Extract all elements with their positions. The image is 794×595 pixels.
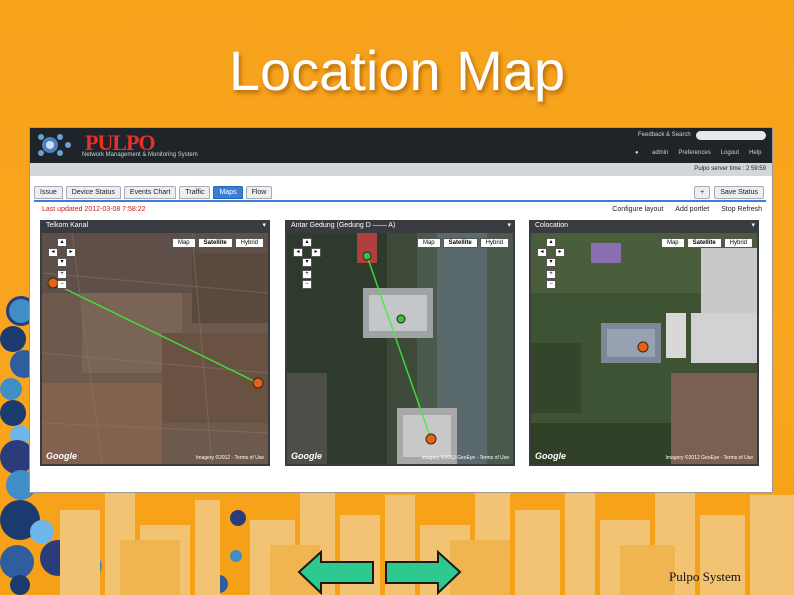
last-updated: Last updated 2012-03-08 7:58:22 [42,206,146,213]
map-portlet-3: Colocation ▾ ▴ ◂ ▸ ▾ + − Map Satellite H… [529,220,759,466]
location-marker [637,341,649,353]
brand-subtitle: Network Management & Monitoring System [82,152,198,158]
octopus-logo-icon [38,134,71,156]
server-time: Pulpo server time : 2 59:59 [694,166,766,172]
pan-down-icon[interactable]: ▾ [302,258,312,267]
save-status-button[interactable]: Save Status [714,186,764,199]
zoom-in-icon[interactable]: + [546,270,556,279]
map-type-satellite[interactable]: Satellite [197,238,233,248]
tab-bar: Issue Device Status Events Chart Traffic… [34,186,273,199]
pan-up-icon[interactable]: ▴ [546,238,556,247]
user-link-admin[interactable]: admin [652,150,668,156]
map-portlet-2: Antar Gedung (Gedung D —— A) ▾ ▴ ◂ ▸ ▾ +… [285,220,515,466]
google-logo: Google [291,451,322,461]
location-marker [252,377,264,389]
map-type-hybrid[interactable]: Hybrid [234,238,264,248]
app-screenshot: PULPO Network Management & Monitoring Sy… [30,128,772,492]
search-input[interactable] [696,131,766,140]
pan-left-icon[interactable]: ◂ [48,248,58,257]
pan-right-icon[interactable]: ▸ [311,248,321,257]
configure-layout-link[interactable]: Configure layout [612,206,663,213]
add-portlet-link[interactable]: Add portlet [675,206,709,213]
tab-actions: + Save Status [694,186,764,199]
portlet-menu-icon[interactable]: ▾ [507,221,511,229]
logout-link[interactable]: Logout [721,150,739,156]
tab-maps[interactable]: Maps [213,186,243,199]
zoom-out-icon[interactable]: − [57,280,67,289]
portlet-title: Colocation [535,222,569,229]
user-icon: ● [635,150,639,156]
map-copyright: Imagery ©2012 - Terms of Use [195,455,264,461]
status-bar [30,163,772,176]
satellite-map[interactable]: ▴ ◂ ▸ ▾ + − Map Satellite Hybrid Google … [42,233,268,464]
pan-up-icon[interactable]: ▴ [57,238,67,247]
zoom-in-icon[interactable]: + [57,270,67,279]
map-type-map[interactable]: Map [171,238,196,248]
map-imagery [531,233,757,464]
slide-title: Location Map [228,39,566,102]
pan-right-icon[interactable]: ▸ [66,248,76,257]
location-marker [362,251,372,261]
feedback-link[interactable]: Feedback & Search [638,132,691,138]
map-type-hybrid[interactable]: Hybrid [479,238,509,248]
preferences-link[interactable]: Preferences [678,150,710,156]
help-link[interactable]: Help [749,150,761,156]
stop-refresh-link[interactable]: Stop Refresh [721,206,762,213]
user-links: admin Preferences Logout Help [652,150,761,156]
app-header: PULPO Network Management & Monitoring Sy… [30,128,772,163]
satellite-map[interactable]: ▴ ◂ ▸ ▾ + − Map Satellite Hybrid Google … [531,233,757,464]
tab-underline [34,200,766,202]
next-slide-arrow-icon[interactable] [382,550,462,595]
tab-traffic[interactable]: Traffic [179,186,211,199]
map-type-satellite[interactable]: Satellite [442,238,478,248]
footer-text: Pulpo System [669,569,741,584]
map-type-control: Map Satellite Hybrid [660,238,753,248]
tab-flow[interactable]: Flow [245,186,273,199]
map-type-control: Map Satellite Hybrid [171,238,264,248]
pan-left-icon[interactable]: ◂ [293,248,303,257]
map-portlet-1: Telkom Kanal ▾ ▴ ◂ ▸ ▾ + − Map Satellite… [40,220,270,466]
map-type-map[interactable]: Map [416,238,441,248]
tab-events-chart[interactable]: Events Chart [123,186,177,199]
map-imagery [287,233,513,464]
map-type-satellite[interactable]: Satellite [686,238,722,248]
satellite-map[interactable]: ▴ ◂ ▸ ▾ + − Map Satellite Hybrid Google … [287,233,513,464]
portlet-menu-icon[interactable]: ▾ [262,221,266,229]
zoom-out-icon[interactable]: − [302,280,312,289]
location-marker [425,433,437,445]
pan-up-icon[interactable]: ▴ [302,238,312,247]
google-logo: Google [46,451,77,461]
portlet-title: Telkom Kanal [46,222,89,229]
layout-links: Configure layout Add portlet Stop Refres… [612,206,762,213]
tab-device-status[interactable]: Device Status [65,186,121,199]
portlet-title: Antar Gedung (Gedung D —— A) [291,222,396,229]
zoom-out-icon[interactable]: − [546,280,556,289]
previous-slide-arrow-icon[interactable] [297,550,377,595]
zoom-in-icon[interactable]: + [302,270,312,279]
tab-issue[interactable]: Issue [34,186,63,199]
location-marker [396,314,406,324]
pan-left-icon[interactable]: ◂ [537,248,547,257]
google-logo: Google [535,451,566,461]
add-tab-button[interactable]: + [694,186,711,199]
map-copyright: Imagery ©2012 GeoEye - Terms of Use [421,455,509,461]
map-imagery [42,233,268,464]
portlet-menu-icon[interactable]: ▾ [751,221,755,229]
map-type-control: Map Satellite Hybrid [416,238,509,248]
map-type-hybrid[interactable]: Hybrid [723,238,753,248]
pan-right-icon[interactable]: ▸ [555,248,565,257]
map-type-map[interactable]: Map [660,238,685,248]
map-copyright: Imagery ©2012 GeoEye - Terms of Use [665,455,753,461]
pan-down-icon[interactable]: ▾ [546,258,556,267]
pan-down-icon[interactable]: ▾ [57,258,67,267]
